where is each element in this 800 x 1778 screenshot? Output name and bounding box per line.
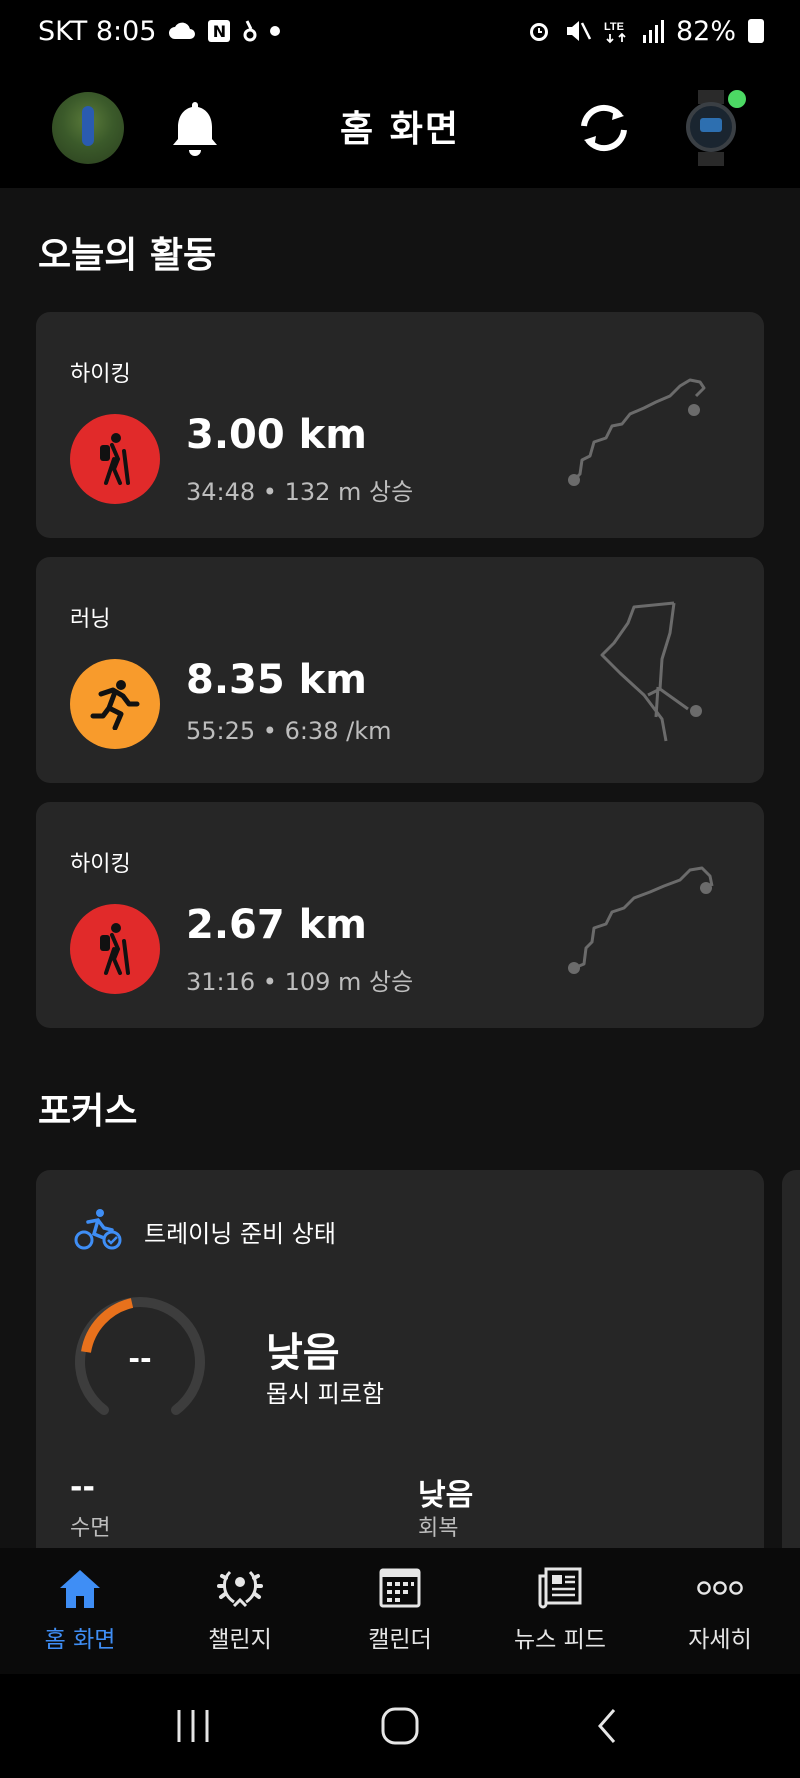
running-icon: [70, 659, 160, 749]
nav-home-label: 홈 화면: [44, 1627, 116, 1653]
mute-icon: [566, 21, 592, 41]
nav-calendar-label: 캘린더: [368, 1627, 432, 1653]
back-icon: [597, 1709, 615, 1743]
next-focus-card[interactable]: [782, 1170, 800, 1560]
system-nav-bar: [0, 1674, 800, 1778]
bottom-nav: 홈 화면 챌린지 캘린더 뉴스 피드 자세히: [0, 1548, 800, 1674]
status-carrier-time: SKT 8:05: [38, 15, 157, 47]
home-icon: [60, 1570, 100, 1608]
activity-card[interactable]: 하이킹 3.00 km 34:48 • 132 m 상승: [36, 312, 764, 538]
activity-details: 34:48 • 132 m 상승: [186, 478, 414, 506]
notification-app-icon: N: [208, 20, 231, 42]
nav-challenges-label: 챌린지: [208, 1627, 272, 1653]
route-map-thumbnail: [600, 601, 702, 742]
hiking-icon: [70, 904, 160, 994]
recent-apps-icon: [177, 1710, 209, 1742]
recovery-label: 회복: [418, 1516, 459, 1541]
nav-more[interactable]: 자세히: [640, 1548, 800, 1674]
calendar-icon: [379, 1568, 421, 1608]
watch-connected-dot: [728, 90, 746, 108]
cloud-icon: [169, 22, 196, 39]
laurel-icon: [217, 1570, 263, 1608]
svg-text:LTE: LTE: [604, 21, 624, 33]
signal-icon: [642, 20, 664, 43]
newsfeed-icon: [538, 1567, 582, 1609]
today-activities-title: 오늘의 활동: [38, 235, 217, 276]
activity-distance: 2.67 km: [186, 902, 367, 948]
focus-title: 포커스: [38, 1091, 138, 1132]
back-button[interactable]: [577, 1701, 637, 1751]
home-circle-icon: [381, 1707, 419, 1745]
battery-icon: [748, 19, 764, 43]
nav-newsfeed[interactable]: 뉴스 피드: [480, 1548, 640, 1674]
activity-type: 하이킹: [70, 362, 131, 387]
nav-calendar[interactable]: 캘린더: [320, 1548, 480, 1674]
nav-more-label: 자세히: [688, 1627, 752, 1653]
activity-details: 31:16 • 109 m 상승: [186, 968, 414, 996]
sleep-value: --: [70, 1470, 95, 1505]
hiking-icon: [70, 414, 160, 504]
status-bar: SKT 8:05 N LTE 82%: [0, 0, 800, 62]
lte-icon: LTE: [604, 21, 626, 44]
nav-newsfeed-label: 뉴스 피드: [514, 1627, 606, 1653]
recent-apps-button[interactable]: [163, 1701, 223, 1751]
training-readiness-card[interactable]: 트레이닝 준비 상태 -- 낮음 몹시 피로함 -- 수면 낮음 회복: [36, 1170, 764, 1560]
route-map-thumbnail: [568, 866, 714, 974]
battery-percent: 82%: [675, 15, 736, 47]
training-readiness-label: 트레이닝 준비 상태: [144, 1220, 336, 1248]
activity-card[interactable]: 러닝 8.35 km 55:25 • 6:38 /km: [36, 557, 764, 783]
page-title: 홈 화면: [340, 109, 460, 150]
activity-distance: 3.00 km: [186, 412, 367, 458]
connected-watch-icon[interactable]: [684, 90, 746, 166]
nav-challenges[interactable]: 챌린지: [160, 1548, 320, 1674]
readiness-description: 몹시 피로함: [266, 1380, 385, 1408]
more-notifications-dot: [270, 26, 281, 36]
app-header: 홈 화면: [0, 62, 800, 188]
activity-card[interactable]: 하이킹 2.67 km 31:16 • 109 m 상승: [36, 802, 764, 1028]
alarm-icon: [529, 23, 548, 41]
readiness-status: 낮음: [266, 1330, 340, 1376]
sleep-label: 수면: [70, 1516, 111, 1541]
activity-type: 러닝: [70, 607, 111, 632]
readiness-score: --: [128, 1342, 152, 1375]
app-notification-icon: [243, 20, 257, 42]
nav-home[interactable]: 홈 화면: [0, 1548, 160, 1674]
recovery-value: 낮음: [418, 1478, 474, 1513]
home-button[interactable]: [370, 1701, 430, 1751]
more-icon: [697, 1581, 743, 1595]
activity-distance: 8.35 km: [186, 657, 367, 703]
activity-details: 55:25 • 6:38 /km: [186, 717, 392, 745]
sync-icon[interactable]: [574, 98, 634, 158]
route-map-thumbnail: [568, 378, 706, 486]
activity-type: 하이킹: [70, 852, 131, 877]
training-readiness-icon: [74, 1209, 122, 1250]
